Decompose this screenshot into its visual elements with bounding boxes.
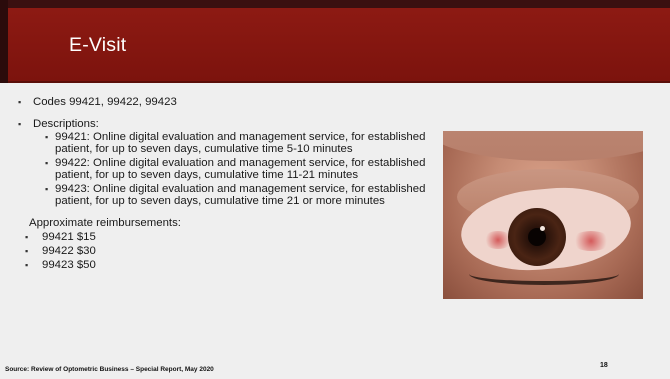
page-number: 18	[600, 362, 608, 369]
slide-body: Codes 99421, 99422, 99423 Descriptions: …	[18, 96, 438, 273]
description-item: 99422: Online digital evaluation and man…	[45, 157, 435, 181]
reimbursement-item: 99423 $50	[25, 259, 438, 271]
redness-right	[571, 231, 611, 251]
description-item: 99421: Online digital evaluation and man…	[45, 131, 435, 155]
description-item: 99423: Online digital evaluation and man…	[45, 183, 435, 207]
reimbursement-item: 99421 $15	[25, 231, 438, 243]
codes-bullet: Codes 99421, 99422, 99423	[18, 96, 438, 108]
title-divider	[8, 81, 670, 83]
lower-lashes	[469, 263, 619, 285]
slide: E-Visit Codes 99421, 99422, 99423 Descri…	[0, 0, 670, 379]
left-accent-bar	[0, 0, 8, 83]
iris	[508, 208, 566, 266]
eye-glint	[540, 226, 545, 231]
descriptions-bullet: Descriptions:	[18, 118, 438, 130]
source-citation: Source: Review of Optometric Business – …	[5, 366, 214, 373]
slide-title: E-Visit	[69, 34, 127, 56]
eye-photo	[443, 131, 643, 299]
eyebrow-skin	[443, 131, 643, 161]
top-border	[0, 0, 670, 8]
reimbursement-item: 99422 $30	[25, 245, 438, 257]
reimbursements-heading: Approximate reimbursements:	[29, 217, 181, 229]
reimbursements-list: 99421 $15 99422 $30 99423 $50	[25, 231, 438, 271]
